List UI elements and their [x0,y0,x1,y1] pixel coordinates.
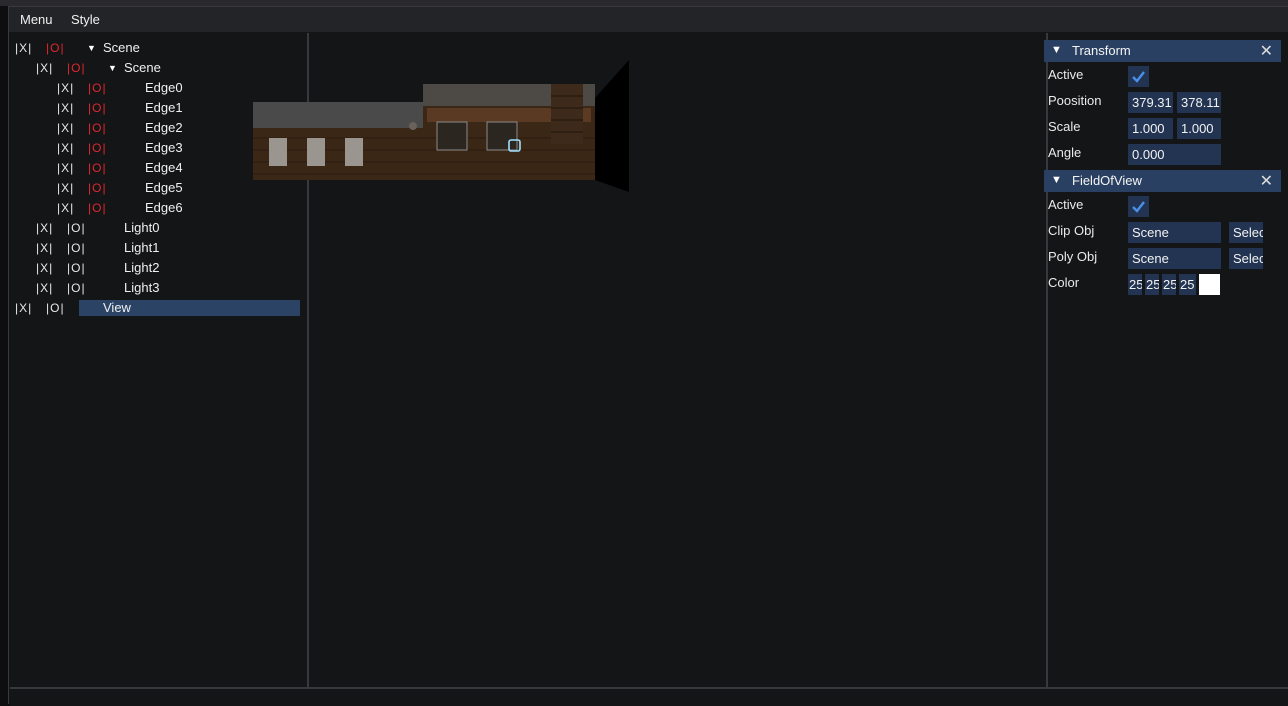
clip-obj-label: Clip Obj [1048,223,1095,238]
active-toggle-o[interactable]: |O| [88,138,107,158]
tree-item-label: Scene [124,60,161,75]
visibility-toggle-x[interactable]: |X| [36,258,53,278]
active-toggle-o[interactable]: |O| [88,78,107,98]
clip-obj-select-button[interactable]: Selec [1229,222,1263,243]
scale-label: Scale [1048,119,1081,134]
active-toggle-o[interactable]: |O| [67,258,86,278]
color-r-field[interactable]: 25 [1128,274,1142,295]
tree-item-label: Edge4 [145,160,183,175]
visibility-toggle-x[interactable]: |X| [57,138,74,158]
visibility-toggle-x[interactable]: |X| [36,218,53,238]
poly-obj-field[interactable]: Scene [1128,248,1221,269]
position-label: Poosition [1048,93,1102,108]
position-x-field[interactable]: 379.31 [1128,92,1173,113]
clip-obj-field[interactable]: Scene [1128,222,1221,243]
active-toggle-o[interactable]: |O| [88,198,107,218]
transform-active-label: Active [1048,67,1084,82]
tree-row[interactable]: |X| |O| Light0 [36,218,300,238]
menu-style[interactable]: Style [71,12,100,27]
fieldofview-header[interactable]: ▼ FieldOfView ✕ [1044,170,1281,192]
tree-item-label: Light1 [124,240,160,255]
active-toggle-o[interactable]: |O| [67,278,86,298]
expand-arrow-icon[interactable]: ▼ [108,58,117,78]
transform-header[interactable]: ▼ Transform ✕ [1044,40,1281,62]
tree-item-label: Light0 [124,220,160,235]
color-g-field[interactable]: 25 [1145,274,1159,295]
scale-y-field[interactable]: 1.000 [1177,118,1221,139]
tree-row[interactable]: |X| |O| ▼ Scene [15,38,300,58]
visibility-toggle-x[interactable]: |X| [15,38,32,58]
check-icon [1132,71,1145,83]
visibility-toggle-x[interactable]: |X| [57,118,74,138]
active-toggle-o[interactable]: |O| [46,38,65,58]
close-icon[interactable]: ✕ [1260,171,1273,191]
tree-row[interactable]: |X| |O| Light3 [36,278,300,298]
expand-arrow-icon[interactable]: ▼ [87,38,96,58]
fov-active-checkbox[interactable] [1128,196,1149,217]
active-toggle-o[interactable]: |O| [88,98,107,118]
active-toggle-o[interactable]: |O| [67,238,86,258]
tree-item-label: Light2 [124,260,160,275]
color-a-field[interactable]: 25 [1179,274,1196,295]
visibility-toggle-x[interactable]: |X| [57,98,74,118]
active-toggle-o[interactable]: |O| [88,118,107,138]
poly-obj-select-button[interactable]: Selec [1229,248,1263,269]
status-bar [10,687,1288,706]
visibility-toggle-x[interactable]: |X| [36,58,53,78]
color-label: Color [1048,275,1080,290]
tree-item-label: Light3 [124,280,160,295]
tree-item-label: Edge2 [145,120,183,135]
transform-active-checkbox[interactable] [1128,66,1149,87]
close-icon[interactable]: ✕ [1260,41,1273,61]
tree-item-label: Edge6 [145,200,183,215]
check-icon [1132,201,1145,213]
tree-item-label: View [103,300,131,315]
fov-active-label: Active [1048,197,1084,212]
visibility-toggle-x[interactable]: |X| [57,178,74,198]
visibility-toggle-x[interactable]: |X| [36,278,53,298]
angle-field[interactable]: 0.000 [1128,144,1221,165]
position-y-field[interactable]: 378.11 [1177,92,1221,113]
tree-row[interactable]: |X| |O| Light1 [36,238,300,258]
tree-item-label: Edge5 [145,180,183,195]
angle-label: Angle [1048,145,1082,160]
tree-item-label: Edge0 [145,80,183,95]
tree-row[interactable]: |X| |O| View [15,298,300,318]
transform-title: Transform [1072,43,1131,58]
tree-row[interactable]: |X| |O| Edge6 [57,198,300,218]
active-toggle-o[interactable]: |O| [46,298,65,318]
visibility-toggle-x[interactable]: |X| [57,198,74,218]
visibility-toggle-x[interactable]: |X| [57,78,74,98]
collapse-triangle-icon[interactable]: ▼ [1051,174,1062,186]
visibility-toggle-x[interactable]: |X| [36,238,53,258]
visibility-toggle-x[interactable]: |X| [57,158,74,178]
collapse-triangle-icon[interactable]: ▼ [1051,44,1062,56]
tree-item-label: Edge1 [145,100,183,115]
color-b-field[interactable]: 25 [1162,274,1176,295]
scale-x-field[interactable]: 1.000 [1128,118,1173,139]
poly-obj-label: Poly Obj [1048,249,1098,264]
active-toggle-o[interactable]: |O| [67,58,86,78]
visibility-toggle-x[interactable]: |X| [15,298,32,318]
tree-item-label: Edge3 [145,140,183,155]
active-toggle-o[interactable]: |O| [88,178,107,198]
tree-item-label: Scene [103,40,140,55]
menu-menu[interactable]: Menu [20,12,53,27]
active-toggle-o[interactable]: |O| [88,158,107,178]
fieldofview-title: FieldOfView [1072,173,1142,188]
color-swatch[interactable] [1199,274,1220,295]
tree-row[interactable]: |X| |O| Light2 [36,258,300,278]
active-toggle-o[interactable]: |O| [67,218,86,238]
menu-bar: Menu Style [9,7,1288,32]
scene-viewport-render[interactable] [251,58,629,194]
